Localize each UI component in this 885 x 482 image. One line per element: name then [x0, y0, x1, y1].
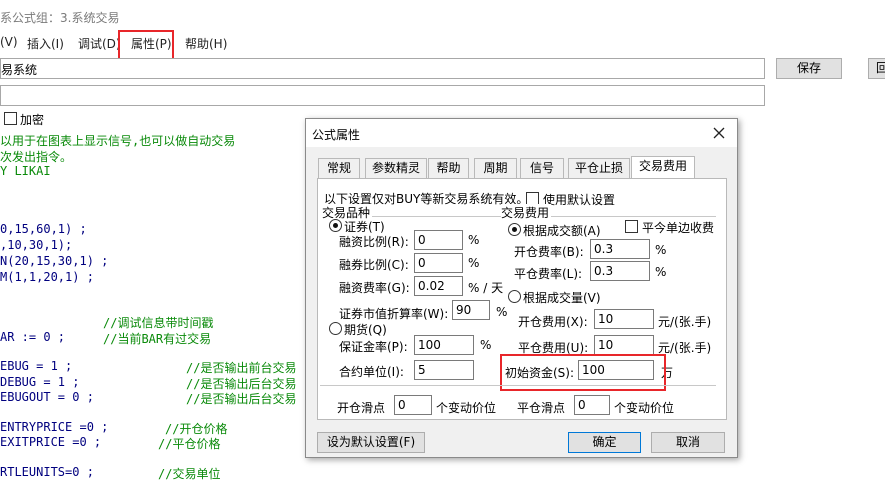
code-comment: //平仓价格	[158, 437, 221, 451]
code-line: 次发出指令。	[0, 150, 73, 164]
tab-help[interactable]: 帮助	[428, 158, 469, 178]
encrypt-checkbox[interactable]	[4, 112, 17, 125]
code-comment: //调试信息带时间戳	[103, 316, 214, 330]
save-button[interactable]: 保存	[776, 58, 842, 79]
by-volume-radio[interactable]	[508, 290, 521, 303]
close-rate-input[interactable]: 0.3	[590, 261, 650, 281]
code-comment: //当前BAR有过交易	[103, 332, 212, 346]
code-line: DEBUG = 1 ;	[0, 375, 80, 389]
open-fee-label: 开仓费用(X):	[518, 315, 588, 329]
menu-view[interactable]: (V)	[0, 35, 18, 49]
tab-param-wizard[interactable]: 参数精灵	[365, 158, 427, 178]
ok-button[interactable]: 确定	[568, 432, 641, 453]
tab-general[interactable]: 常规	[318, 158, 360, 178]
slippage-unit: 个变动价位	[436, 401, 497, 415]
short-ratio-label: 融券比例(C):	[339, 258, 409, 272]
code-line: Y LIKAI	[0, 164, 51, 178]
group-title-fees: 交易费用	[501, 204, 552, 221]
code-comment: //交易单位	[158, 467, 221, 481]
close-slippage-input[interactable]: 0	[574, 395, 610, 415]
contract-unit-label: 合约单位(I):	[339, 365, 404, 379]
margin-ratio-input[interactable]: 0	[414, 230, 463, 250]
code-line: ,10,30,1);	[0, 238, 73, 252]
tab-signal[interactable]: 信号	[520, 158, 564, 178]
description-input[interactable]	[0, 85, 765, 106]
code-line: 以用于在图表上显示信号,也可以做自动交易	[0, 134, 236, 148]
tab-stop-loss[interactable]: 平仓止损	[568, 158, 630, 178]
window-titlebar	[0, 0, 885, 30]
open-rate-label: 开仓费率(B):	[514, 245, 584, 259]
code-line: N(20,15,30,1) ;	[0, 254, 109, 268]
menu-help[interactable]: 帮助(H)	[185, 35, 227, 52]
dialog-title: 公式属性	[312, 128, 361, 142]
panel-divider	[320, 385, 716, 386]
code-line: EBUGOUT = 0 ;	[0, 390, 94, 404]
discount-rate-input[interactable]: 90	[452, 300, 490, 320]
pct-unit: %	[655, 243, 667, 257]
code-comment: //是否输出后台交易	[186, 392, 297, 406]
close-fee-input[interactable]: 10	[594, 335, 654, 355]
by-amount-radio[interactable]	[508, 223, 521, 236]
securities-radio[interactable]	[329, 219, 342, 232]
by-volume-label: 根据成交量(V)	[523, 291, 601, 305]
open-slippage-input[interactable]: 0	[394, 395, 432, 415]
window-title: 系公式组：3.系统交易	[0, 11, 120, 25]
short-ratio-input[interactable]: 0	[414, 253, 463, 273]
code-comment: //是否输出前台交易	[186, 361, 297, 375]
cancel-button[interactable]: 取消	[651, 432, 725, 453]
code-line: 0,15,60,1) ;	[0, 222, 87, 236]
deposit-rate-input[interactable]: 100	[414, 335, 474, 355]
code-line: M(1,1,20,1) ;	[0, 270, 94, 284]
close-rate-label: 平仓费率(L):	[514, 267, 583, 281]
open-slippage-label: 开仓滑点	[337, 401, 386, 415]
formula-properties-dialog: 公式属性 常规 参数精灵 帮助 周期 信号 平仓止损 交易费用 以下设置仅对BU…	[305, 118, 738, 458]
open-fee-input[interactable]: 10	[594, 309, 654, 329]
tab-period[interactable]: 周期	[474, 158, 517, 178]
close-slippage-label: 平仓滑点	[517, 401, 566, 415]
margin-ratio-label: 融资比例(R):	[339, 235, 409, 249]
menu-debug[interactable]: 调试(D)	[78, 35, 121, 52]
tab-trade-fees[interactable]: 交易费用	[631, 156, 695, 179]
pct-unit: %	[480, 338, 492, 352]
open-rate-input[interactable]: 0.3	[590, 239, 650, 259]
per-day-unit: % / 天	[468, 281, 504, 295]
close-single-side-label: 平今单边收费	[642, 221, 715, 235]
edge-button[interactable]: 回	[868, 58, 885, 79]
discount-rate-label: 证券市值折算率(W):	[339, 307, 449, 321]
code-line: EXITPRICE =0 ;	[0, 435, 102, 449]
code-line: ENTRYPRICE =0 ;	[0, 420, 109, 434]
set-default-button[interactable]: 设为默认设置(F)	[317, 432, 425, 453]
by-amount-label: 根据成交额(A)	[523, 224, 601, 238]
close-icon[interactable]	[711, 125, 727, 141]
pct-unit: %	[468, 256, 480, 270]
pct-unit: %	[468, 233, 480, 247]
fee-unit: 元/(张.手)	[658, 315, 712, 329]
pct-unit: %	[655, 265, 667, 279]
formula-name-input[interactable]: 易系统	[0, 58, 765, 79]
menu-insert[interactable]: 插入(I)	[27, 35, 64, 52]
close-single-side-checkbox[interactable]	[625, 220, 638, 233]
futures-radio[interactable]	[329, 322, 342, 335]
financing-rate-label: 融资费率(G):	[339, 281, 410, 295]
formula-name-text: 易系统	[1, 63, 38, 77]
use-default-label: 使用默认设置	[543, 193, 616, 207]
code-line: EBUG = 1 ;	[0, 359, 73, 373]
code-line: RTLEUNITS=0 ;	[0, 465, 94, 479]
slippage-unit: 个变动价位	[614, 401, 675, 415]
pct-unit: %	[496, 305, 508, 319]
contract-unit-input[interactable]: 5	[414, 360, 474, 380]
deposit-rate-label: 保证金率(P):	[339, 340, 408, 354]
dialog-titlebar	[306, 119, 737, 147]
futures-label: 期货(Q)	[344, 323, 387, 337]
code-line: AR := 0 ;	[0, 330, 66, 344]
financing-rate-input[interactable]: 0.02	[414, 276, 463, 296]
